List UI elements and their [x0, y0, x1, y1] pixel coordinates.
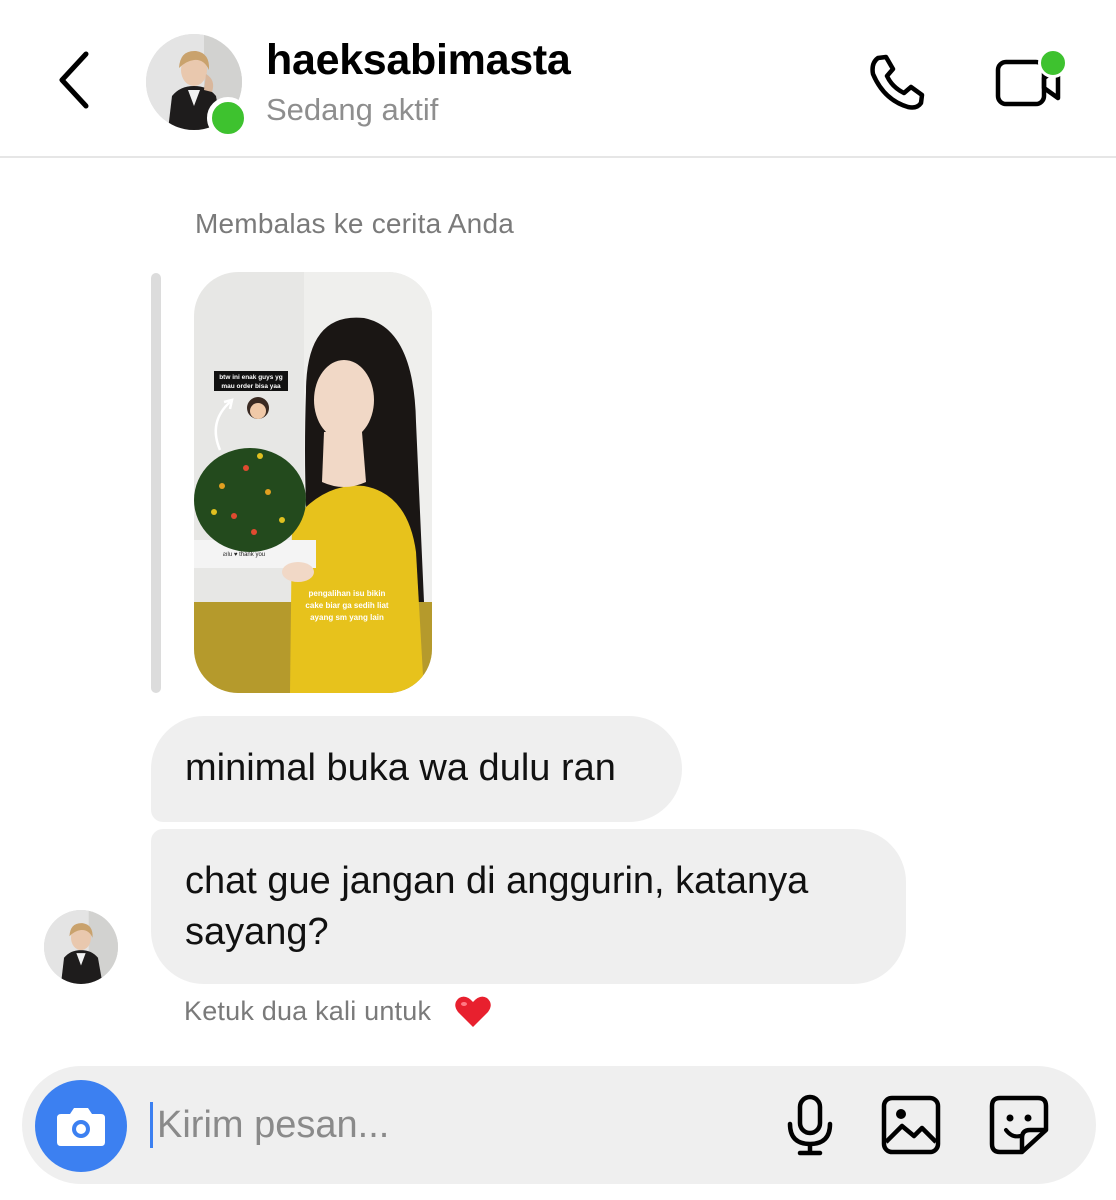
- video-active-dot: [1038, 48, 1068, 78]
- sender-avatar-photo: [44, 910, 118, 984]
- camera-icon: [57, 1108, 105, 1146]
- chat-username[interactable]: haeksabimasta: [266, 36, 571, 85]
- story-caption-bottom-2: cake biar ga sedih liat: [305, 601, 388, 610]
- story-caption-top-2: mau order bisa yaa: [221, 383, 281, 390]
- message-text: minimal buka wa dulu ran: [185, 747, 616, 789]
- reply-quote-bar: [151, 273, 161, 693]
- phone-icon[interactable]: [864, 52, 930, 112]
- message-bubble[interactable]: chat gue jangan di anggurin, katanya say…: [151, 829, 906, 984]
- active-status-text: Sedang aktif: [266, 92, 439, 127]
- message-bubble[interactable]: minimal buka wa dulu ran: [151, 716, 682, 822]
- story-caption-bottom-3: ayang sm yang lain: [310, 613, 384, 622]
- cake-box-text: ƨılu ♥ thank you: [223, 552, 265, 558]
- microphone-icon[interactable]: [784, 1094, 836, 1156]
- active-status-dot: [207, 97, 249, 139]
- story-reply-label: Membalas ke cerita Anda: [195, 208, 514, 239]
- story-caption-bottom-1: pengalihan isu bikin: [309, 589, 386, 598]
- sticker-icon[interactable]: [988, 1094, 1052, 1156]
- message-text: chat gue jangan di anggurin, katanya say…: [185, 860, 809, 953]
- message-input[interactable]: [150, 1102, 757, 1148]
- story-caption-top-1: btw ini enak guys yg: [219, 374, 283, 381]
- back-chevron-icon[interactable]: [50, 48, 100, 112]
- story-thumbnail[interactable]: btw ini enak guys yg mau order bisa yaa …: [194, 272, 432, 693]
- gallery-icon[interactable]: [880, 1094, 942, 1156]
- camera-button[interactable]: [35, 1080, 127, 1172]
- heart-icon: [455, 996, 491, 1027]
- story-image: btw ini enak guys yg mau order bisa yaa …: [194, 272, 432, 693]
- sender-avatar[interactable]: [44, 910, 118, 984]
- double-tap-hint: Ketuk dua kali untuk: [184, 996, 432, 1026]
